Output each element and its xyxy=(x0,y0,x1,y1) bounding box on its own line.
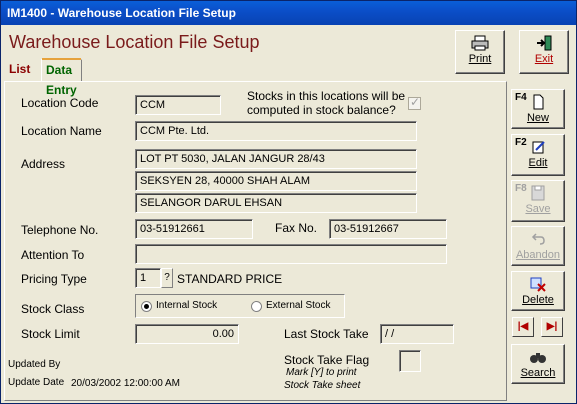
delete-label: Delete xyxy=(522,294,554,306)
undo-arrow-icon xyxy=(531,233,545,245)
location-code-label: Location Code xyxy=(21,96,99,110)
abandon-button[interactable]: Abandon xyxy=(511,226,565,266)
stock-take-flag-hint-line-2: Stock Take sheet xyxy=(284,380,361,391)
last-stock-take-field[interactable]: / / xyxy=(380,324,454,344)
save-label: Save xyxy=(525,203,551,215)
fax-label: Fax No. xyxy=(275,221,318,235)
tab-data-entry[interactable]: Data Entry xyxy=(41,58,82,97)
telephone-label: Telephone No. xyxy=(21,223,99,237)
stock-class-internal-radio[interactable] xyxy=(141,301,152,312)
attention-field[interactable] xyxy=(135,244,447,264)
window-title-bar: IM1400 - Warehouse Location File Setup xyxy=(1,1,576,25)
telephone-field[interactable]: 03-51912661 xyxy=(135,219,253,239)
address-line-3-field[interactable]: SELANGOR DARUL EHSAN xyxy=(135,193,417,213)
search-button[interactable]: Search xyxy=(511,344,565,384)
page-title: Warehouse Location File Setup xyxy=(9,32,260,52)
printer-icon xyxy=(471,35,489,51)
edit-shortcut-key: F2 xyxy=(515,137,527,148)
next-record-button[interactable]: ▶| xyxy=(541,317,563,337)
stock-class-external-radio[interactable] xyxy=(251,301,262,312)
edit-label: Edit xyxy=(528,157,548,169)
new-shortcut-key: F4 xyxy=(515,92,527,103)
address-line-2-field[interactable]: SEKSYEN 28, 40000 SHAH ALAM xyxy=(135,171,417,191)
stock-limit-field[interactable]: 0.00 xyxy=(135,324,239,344)
new-label: New xyxy=(526,112,549,124)
stock-take-flag-hint-line-1: Mark [Y] to print xyxy=(286,367,357,378)
exit-door-icon xyxy=(537,35,552,51)
stock-take-flag-label: Stock Take Flag xyxy=(284,353,370,367)
stock-class-internal-label: Internal Stock xyxy=(156,300,218,311)
save-button[interactable]: F8 Save xyxy=(511,180,565,222)
pricing-type-lookup-button[interactable]: ? xyxy=(161,268,173,288)
tab-list[interactable]: List xyxy=(5,59,34,81)
edit-button[interactable]: F2 Edit xyxy=(511,134,565,176)
print-button[interactable]: Print xyxy=(455,30,505,74)
location-name-field[interactable]: CCM Pte. Ltd. xyxy=(135,121,417,141)
next-record-icon: ▶| xyxy=(546,321,558,332)
stock-class-external-label: External Stock xyxy=(266,300,331,311)
location-name-label: Location Name xyxy=(21,124,102,138)
address-line-1-field[interactable]: LOT PT 5030, JALAN JANGUR 28/43 xyxy=(135,149,417,169)
new-document-icon xyxy=(533,94,544,110)
print-label: Print xyxy=(468,53,492,65)
update-date-label: Update Date xyxy=(8,377,65,388)
last-stock-take-label: Last Stock Take xyxy=(284,327,369,341)
save-disk-icon xyxy=(531,185,545,201)
previous-record-icon: |◀ xyxy=(517,321,529,332)
binoculars-icon xyxy=(530,353,546,363)
update-date-value: 20/03/2002 12:00:00 AM xyxy=(71,378,180,389)
new-button[interactable]: F4 New xyxy=(511,89,565,129)
exit-button[interactable]: Exit xyxy=(519,30,569,74)
pricing-type-label: Pricing Type xyxy=(21,272,87,286)
stock-class-label: Stock Class xyxy=(21,302,85,316)
updated-by-label: Updated By xyxy=(8,359,61,370)
stock-take-flag-field[interactable] xyxy=(399,350,421,372)
delete-button[interactable]: Delete xyxy=(511,271,565,311)
attention-label: Attention To xyxy=(21,248,85,262)
pricing-type-code-field[interactable]: 1 xyxy=(135,268,161,288)
stock-limit-label: Stock Limit xyxy=(21,327,80,341)
stock-balance-checkbox[interactable] xyxy=(408,95,421,110)
application-window: IM1400 - Warehouse Location File Setup W… xyxy=(0,0,577,404)
exit-label: Exit xyxy=(534,53,554,65)
pricing-type-name: STANDARD PRICE xyxy=(177,272,283,286)
abandon-label: Abandon xyxy=(515,249,561,261)
edit-pencil-icon xyxy=(532,141,545,154)
save-shortcut-key: F8 xyxy=(515,183,527,194)
previous-record-button[interactable]: |◀ xyxy=(512,317,534,337)
delete-x-icon xyxy=(530,277,546,292)
stock-balance-note: Stocks in this locations will be compute… xyxy=(247,89,406,117)
location-code-field[interactable]: CCM xyxy=(135,95,221,115)
search-label: Search xyxy=(520,367,556,379)
fax-field[interactable]: 03-51912667 xyxy=(329,219,447,239)
address-label: Address xyxy=(21,157,66,171)
